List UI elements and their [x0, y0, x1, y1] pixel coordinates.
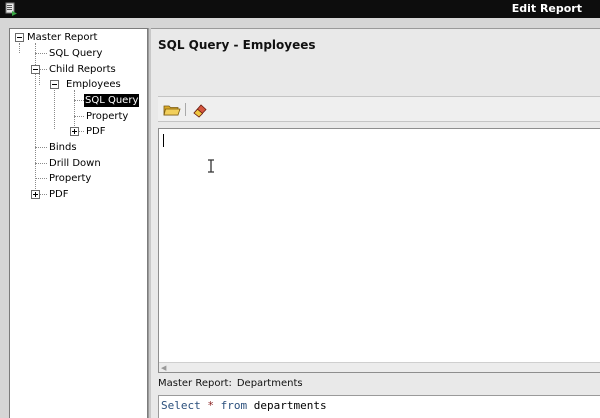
- open-folder-icon[interactable]: [163, 101, 181, 119]
- collapse-toggle-master[interactable]: [15, 33, 24, 42]
- tree-line: [39, 69, 47, 70]
- tree-line: [79, 131, 84, 132]
- sql-keyword: from: [220, 399, 248, 412]
- tree-item-property[interactable]: Property: [48, 172, 92, 185]
- tree-item-employees[interactable]: Employees: [65, 78, 122, 91]
- editor-toolbar: [158, 96, 600, 122]
- expand-toggle-employees-pdf[interactable]: [70, 127, 79, 136]
- tree-line: [39, 73, 40, 85]
- tree-line: [35, 53, 47, 54]
- app-icon: [5, 2, 17, 16]
- sql-keyword: Select: [161, 399, 201, 412]
- tree-item-employees-pdf[interactable]: PDF: [85, 125, 106, 138]
- tree-item-sql-query[interactable]: SQL Query: [48, 47, 103, 60]
- report-tree[interactable]: Master Report SQL Query Child Reports Em…: [9, 28, 148, 418]
- tree-line: [74, 116, 84, 117]
- toolbar-separator: [185, 103, 186, 116]
- sql-query-editor[interactable]: ◀: [158, 128, 600, 373]
- tree-line: [35, 178, 47, 179]
- expand-toggle-pdf[interactable]: [31, 190, 40, 199]
- collapse-toggle-employees[interactable]: [50, 80, 59, 89]
- text-caret: [163, 134, 164, 147]
- clear-eraser-icon[interactable]: [191, 101, 209, 119]
- tree-line: [74, 90, 75, 130]
- collapse-toggle-child-reports[interactable]: [31, 65, 40, 74]
- sql-operator: *: [207, 399, 214, 412]
- tree-line: [35, 163, 47, 164]
- tree-item-employees-sql-query[interactable]: SQL Query: [84, 94, 140, 107]
- master-report-label: Master Report: Departments: [158, 378, 303, 389]
- tree-line: [54, 90, 55, 129]
- tree-item-employees-property[interactable]: Property: [85, 110, 129, 123]
- tree-line: [19, 43, 20, 53]
- tree-item-master-report[interactable]: Master Report: [26, 31, 98, 44]
- panel-title: SQL Query - Employees: [158, 38, 316, 52]
- title-bar: Edit Report: [0, 0, 600, 18]
- master-report-name: Departments: [236, 378, 303, 389]
- tree-line: [39, 194, 47, 195]
- text-cursor-icon: [208, 159, 214, 173]
- scroll-left-arrow-icon[interactable]: ◀: [161, 364, 166, 372]
- tree-item-child-reports[interactable]: Child Reports: [48, 63, 117, 76]
- master-report-caption: Master Report:: [158, 378, 232, 389]
- sql-table: departments: [253, 399, 327, 412]
- tree-item-pdf[interactable]: PDF: [48, 188, 69, 201]
- tree-line: [74, 100, 84, 101]
- tree-line: [35, 147, 47, 148]
- window-title: Edit Report: [511, 2, 582, 15]
- tree-item-binds[interactable]: Binds: [48, 141, 78, 154]
- master-sql-text: Select * from departments: [158, 395, 600, 418]
- tree-item-drill-down[interactable]: Drill Down: [48, 157, 102, 170]
- horizontal-scrollbar[interactable]: ◀: [159, 362, 600, 372]
